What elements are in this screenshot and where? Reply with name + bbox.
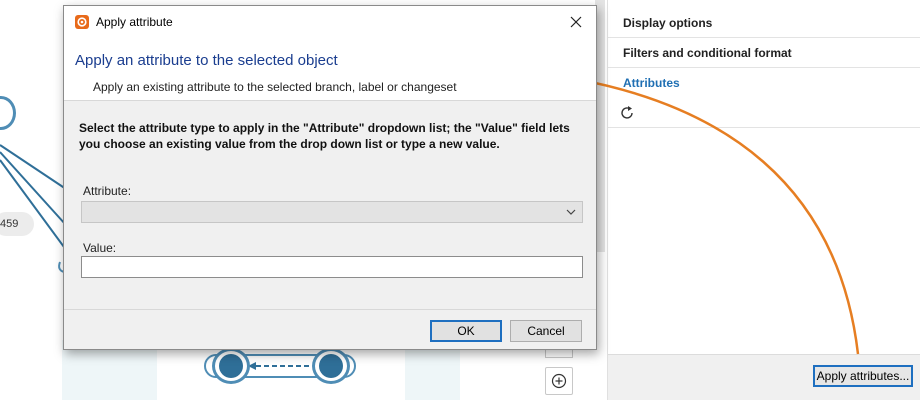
plastic-logo-icon [75,15,89,29]
close-button[interactable] [560,8,592,36]
attributes-toolbar [608,98,920,128]
attribute-label: Attribute: [83,184,132,198]
section-attributes[interactable]: Attributes [608,68,920,98]
section-label: Filters and conditional format [623,46,792,60]
changeset-number: 459 [0,218,19,230]
dialog-heading: Apply an attribute to the selected objec… [75,52,338,69]
attribute-dropdown[interactable] [81,201,583,223]
close-icon [570,16,582,28]
dialog-titlebar[interactable]: Apply attribute [64,6,596,38]
section-filters[interactable]: Filters and conditional format [608,38,920,68]
dialog-header: Apply an attribute to the selected objec… [64,38,596,101]
properties-panel: Display options Filters and conditional … [607,0,920,400]
changeset-node-core [319,354,343,378]
section-label: Display options [623,16,713,30]
ok-button[interactable]: OK [430,320,502,342]
dialog-footer: OK Cancel [64,309,596,349]
dialog-instructions: Select the attribute type to apply in th… [79,121,570,151]
changeset-node-core [219,354,243,378]
zoom-in-icon [551,373,567,389]
panel-footer: Apply attributes... [608,354,920,400]
value-input[interactable] [81,256,583,278]
dialog-title: Apply attribute [96,15,173,29]
apply-attributes-button[interactable]: Apply attributes... [813,365,913,387]
section-display-options[interactable]: Display options [608,8,920,38]
zoom-in-button[interactable] [545,367,573,395]
changeset-label-chip[interactable]: 459 [0,212,34,236]
section-label: Attributes [623,76,680,90]
dialog-subheading: Apply an existing attribute to the selec… [93,80,457,94]
chevron-down-icon [566,209,576,215]
refresh-icon[interactable] [618,104,636,122]
apply-attribute-dialog: Apply attribute Apply an attribute to th… [63,5,597,350]
cancel-button[interactable]: Cancel [510,320,582,342]
value-label: Value: [83,241,117,255]
